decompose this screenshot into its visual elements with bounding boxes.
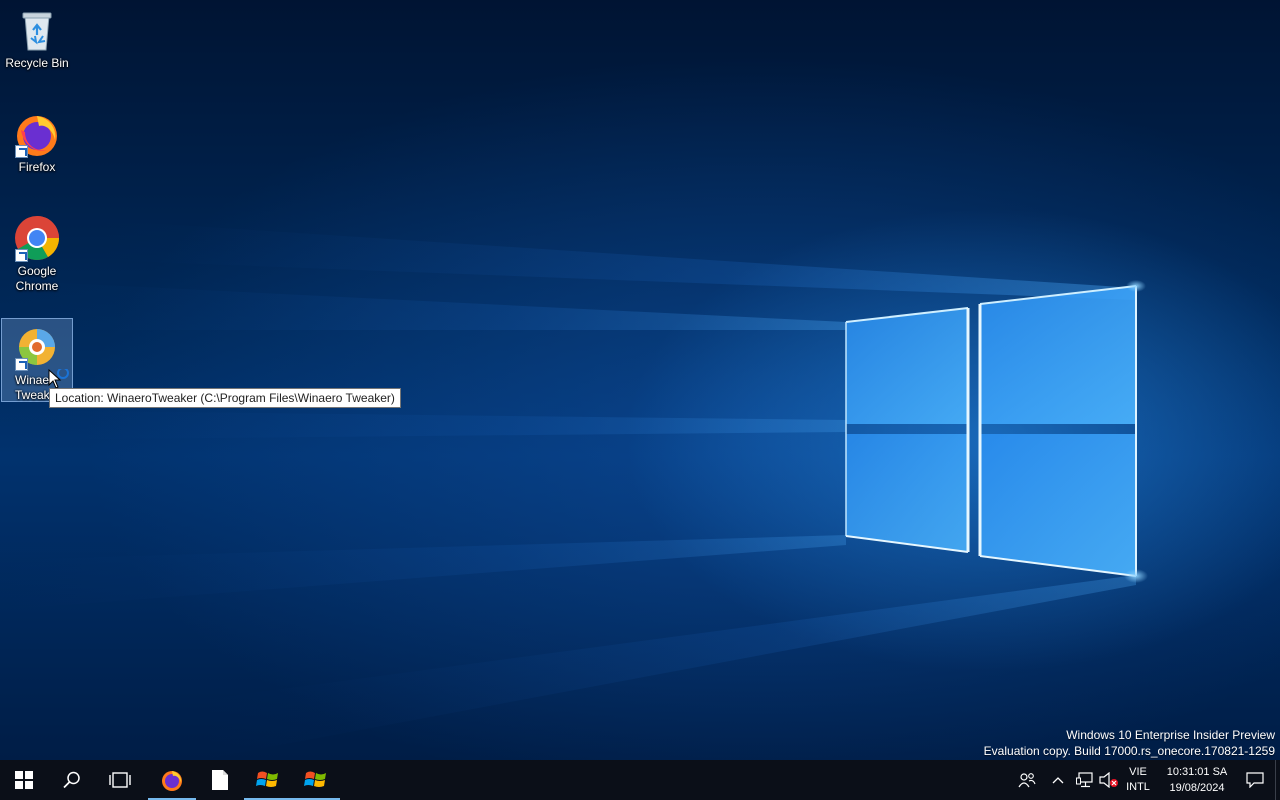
firefox-icon <box>13 110 61 158</box>
clock-button[interactable]: 10:31:01 SA 19/08/2024 <box>1159 760 1235 800</box>
clock-time: 10:31:01 SA <box>1166 766 1228 778</box>
people-icon <box>1018 773 1036 788</box>
show-desktop-button[interactable] <box>1275 760 1280 800</box>
firefox-icon <box>162 771 182 791</box>
start-button[interactable] <box>0 760 48 800</box>
task-view-icon <box>109 772 131 788</box>
volume-button[interactable] <box>1097 760 1121 800</box>
keyboard-layout: INTL <box>1126 781 1150 793</box>
show-hidden-icons-button[interactable] <box>1043 760 1073 800</box>
shortcut-arrow-icon <box>15 145 28 158</box>
chrome-icon <box>13 214 61 262</box>
file-taskbar-button[interactable] <box>196 760 244 800</box>
action-center-button[interactable] <box>1235 760 1275 800</box>
shortcut-arrow-icon <box>15 249 28 262</box>
language-code: VIE <box>1129 766 1147 778</box>
document-icon <box>212 770 228 790</box>
search-icon <box>63 771 80 789</box>
desktop-icon-label: Google Chrome <box>15 264 59 293</box>
people-button[interactable] <box>1011 760 1043 800</box>
recycle-bin-icon <box>13 6 61 54</box>
desktop[interactable]: Recycle Bin Firefox Google Chrome Winae … <box>0 0 1280 760</box>
watermark-line-1: Windows 10 Enterprise Insider Preview <box>1066 728 1275 742</box>
desktop-icon-label: Winae Tweak <box>15 373 50 402</box>
desktop-icon-label: Recycle Bin <box>5 56 69 70</box>
shortcut-arrow-icon <box>15 358 28 371</box>
desktop-icon-label: Firefox <box>18 160 56 174</box>
desktop-icon-google-chrome[interactable]: Google Chrome <box>1 208 73 294</box>
firefox-taskbar-button[interactable] <box>148 760 196 800</box>
input-language-button[interactable]: VIE INTL <box>1121 760 1155 800</box>
desktop-icon-recycle-bin[interactable]: Recycle Bin <box>1 0 73 71</box>
app-taskbar-button-2[interactable] <box>292 760 340 800</box>
clock-date: 19/08/2024 <box>1169 782 1225 794</box>
volume-muted-icon <box>1099 772 1118 788</box>
evaluation-watermark: Windows 10 Enterprise Insider Preview Ev… <box>984 727 1275 759</box>
watermark-line-2: Evaluation copy. Build 17000.rs_onecore.… <box>983 744 1275 758</box>
wallpaper <box>0 220 1148 760</box>
notification-icon <box>1246 772 1264 788</box>
tooltip: Location: WinaeroTweaker (C:\Program Fil… <box>49 388 401 408</box>
taskbar: VIE INTL 10:31:01 SA 19/08/2024 <box>0 760 1280 800</box>
windows-logo-icon <box>15 771 33 789</box>
system-tray: VIE INTL 10:31:01 SA 19/08/2024 <box>1011 760 1280 800</box>
search-button[interactable] <box>48 760 96 800</box>
winaero-tweaker-icon <box>13 323 61 371</box>
network-wired-icon <box>1076 772 1093 788</box>
chevron-up-icon <box>1052 777 1064 784</box>
windows-flag-icon <box>304 771 326 787</box>
desktop-icon-firefox[interactable]: Firefox <box>1 104 73 175</box>
windows-flag-icon <box>256 771 278 787</box>
task-view-button[interactable] <box>96 760 144 800</box>
network-button[interactable] <box>1073 760 1097 800</box>
app-taskbar-button-1[interactable] <box>244 760 292 800</box>
